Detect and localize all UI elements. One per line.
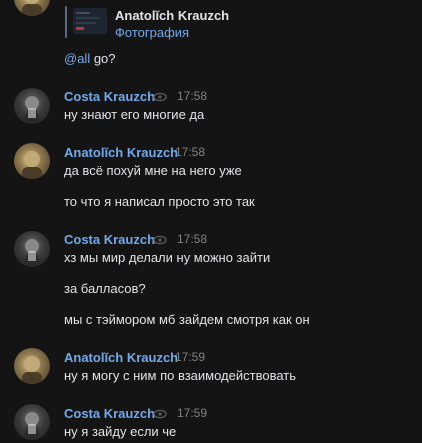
eye-icon xyxy=(153,409,167,419)
message-time[interactable]: 17:59 xyxy=(175,350,205,364)
message-text: да всё похуй мне на него уже xyxy=(64,163,242,178)
avatar-costa[interactable] xyxy=(14,231,50,267)
reply-subtitle[interactable]: Фотография xyxy=(115,25,189,40)
mention-link[interactable]: @all xyxy=(64,51,90,66)
message-text-rest: go? xyxy=(90,51,116,66)
message-author[interactable]: Anatolĭch Krauzch xyxy=(64,350,178,365)
message-text: то что я написал просто это так xyxy=(64,194,255,209)
eye-icon xyxy=(153,235,167,245)
message-author[interactable]: Costa Krauzch xyxy=(64,89,155,104)
message-text: хз мы мир делали ну можно зайти xyxy=(64,250,271,265)
message-time[interactable]: 17:58 xyxy=(177,89,207,103)
reply-author-name[interactable]: Anatolĭch Krauzch xyxy=(115,8,229,23)
message-time[interactable]: 17:58 xyxy=(177,232,207,246)
message-time[interactable]: 17:59 xyxy=(177,406,207,420)
message-author[interactable]: Costa Krauzch xyxy=(64,406,155,421)
message-text: @all go? xyxy=(64,51,116,66)
message-time[interactable]: 17:58 xyxy=(175,145,205,159)
message-text: ну знают его многие да xyxy=(64,107,205,122)
message-author[interactable]: Anatolĭch Krauzch xyxy=(64,145,178,160)
avatar-anatolich[interactable] xyxy=(14,143,50,179)
chat-history: Anatolĭch Krauzch Фотография @all go? C… xyxy=(0,0,422,443)
message-author[interactable]: Costa Krauzch xyxy=(64,232,155,247)
message-text: ну я могу с ним по взаимодействовать xyxy=(64,368,296,383)
avatar-anatolich[interactable] xyxy=(14,348,50,384)
avatar-costa[interactable] xyxy=(14,88,50,124)
message-text: ну я зайду если че xyxy=(64,424,177,439)
avatar-anatolich[interactable] xyxy=(14,0,50,16)
eye-icon xyxy=(153,92,167,102)
reply-quote-bar xyxy=(65,6,67,38)
avatar-costa[interactable] xyxy=(14,404,50,440)
message-text: за балласов? xyxy=(64,281,146,296)
photo-thumbnail[interactable] xyxy=(73,8,107,34)
message-text: мы с тэймором мб зайдем смотря как он xyxy=(64,312,310,327)
